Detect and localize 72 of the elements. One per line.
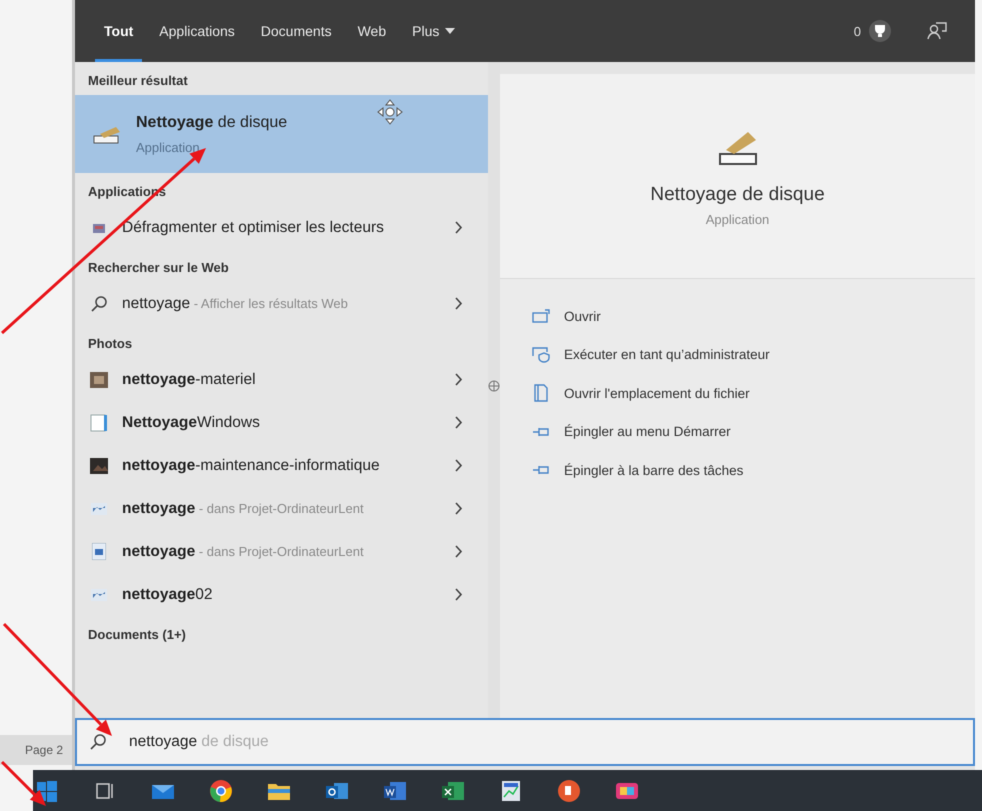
shield-icon (532, 346, 550, 363)
action-item[interactable]: Épingler au menu Démarrer (530, 412, 975, 451)
chevron-right-icon (455, 221, 463, 234)
section-heading: Photos (87, 335, 134, 353)
chevron-right-icon (455, 502, 463, 515)
feedback-icon[interactable] (927, 21, 947, 41)
result-title: nettoyage - dans Projet-OrdinateurLent (122, 499, 365, 519)
action-item[interactable]: Exécuter en tant qu’administrateur (530, 336, 975, 374)
chevron-right-icon (455, 373, 463, 386)
search-field[interactable]: nettoyage de disque (75, 718, 975, 766)
section-heading: Meilleur résultat (87, 72, 189, 90)
result-item[interactable]: Défragmenter et optimiser les lecteurs (75, 206, 488, 249)
search-icon (89, 733, 107, 751)
result-title: Défragmenter et optimiser les lecteurs (122, 218, 385, 238)
action-item[interactable]: Ouvrir l'emplacement du fichier (530, 374, 975, 412)
chrome-icon[interactable] (209, 778, 233, 802)
action-label: Ouvrir (564, 308, 601, 324)
result-title: nettoyage02 (122, 585, 214, 605)
preview-title: Nettoyage de disque (650, 184, 825, 206)
reward-count: 0 (854, 24, 861, 38)
trophy-icon[interactable] (869, 20, 891, 42)
best-match-item[interactable]: Nettoyage de disque Application (75, 95, 488, 173)
window-file-icon (90, 414, 108, 432)
chevron-right-icon (455, 588, 463, 601)
action-label: Exécuter en tant qu’administrateur (564, 347, 770, 362)
preview-subtitle: Application (706, 212, 770, 226)
image-file-icon (91, 502, 107, 514)
presentation-app-icon[interactable] (557, 778, 581, 802)
section-heading: Rechercher sur le Web (87, 259, 230, 277)
action-label: Épingler au menu Démarrer (564, 424, 731, 440)
result-title: NettoyageWindows (122, 413, 261, 433)
filter-tab[interactable]: Plus (403, 0, 464, 62)
photo-thumbnail (90, 458, 108, 474)
result-title: nettoyage - dans Projet-OrdinateurLent (122, 542, 365, 562)
move-cursor-icon (377, 99, 403, 125)
chevron-right-icon (455, 459, 463, 472)
chevron-right-icon (455, 416, 463, 429)
pin-icon (532, 426, 550, 438)
result-item[interactable]: nettoyage - dans Projet-OrdinateurLent (75, 530, 488, 573)
open-window-icon (532, 309, 550, 324)
search-icon (90, 294, 108, 312)
result-item[interactable]: NettoyageWindows (75, 401, 488, 444)
folder-icon (534, 384, 548, 402)
result-title: nettoyage - Afficher les résultats Web (122, 294, 349, 314)
result-title: nettoyage-materiel (122, 370, 257, 390)
chevron-right-icon (455, 545, 463, 558)
result-title: nettoyage-maintenance-informatique (122, 456, 381, 476)
annotation-arrow (0, 760, 46, 806)
result-item[interactable]: nettoyage-materiel (75, 358, 488, 401)
crosshair-icon (488, 380, 500, 392)
section-heading: Documents (1+) (87, 626, 187, 644)
pin-icon (532, 464, 550, 476)
action-label: Épingler à la barre des tâches (564, 462, 744, 478)
result-item[interactable]: nettoyage02 (75, 573, 488, 616)
page-number-label: Page 2 (0, 735, 72, 765)
photo-thumbnail (90, 372, 108, 388)
document-file-icon (92, 543, 106, 560)
chevron-right-icon (455, 297, 463, 310)
chart-window-icon[interactable] (499, 778, 523, 802)
action-item[interactable]: Épingler à la barre des tâches (530, 451, 975, 490)
result-title: Nettoyage de disque (136, 114, 288, 132)
filter-tab[interactable]: Documents (252, 0, 341, 62)
action-label: Ouvrir l'emplacement du fichier (564, 386, 750, 401)
image-file-icon (91, 588, 107, 600)
filter-tab[interactable]: Applications (150, 0, 244, 62)
caret-down-icon (445, 28, 456, 34)
result-item[interactable]: nettoyage - Afficher les résultats Web (75, 282, 488, 325)
result-subtitle: Application (136, 140, 201, 154)
result-item[interactable]: nettoyage - dans Projet-OrdinateurLent (75, 487, 488, 530)
action-item[interactable]: Ouvrir (530, 297, 975, 336)
result-item[interactable]: nettoyage-maintenance-informatique (75, 444, 488, 487)
filter-tab[interactable]: Web (348, 0, 396, 62)
